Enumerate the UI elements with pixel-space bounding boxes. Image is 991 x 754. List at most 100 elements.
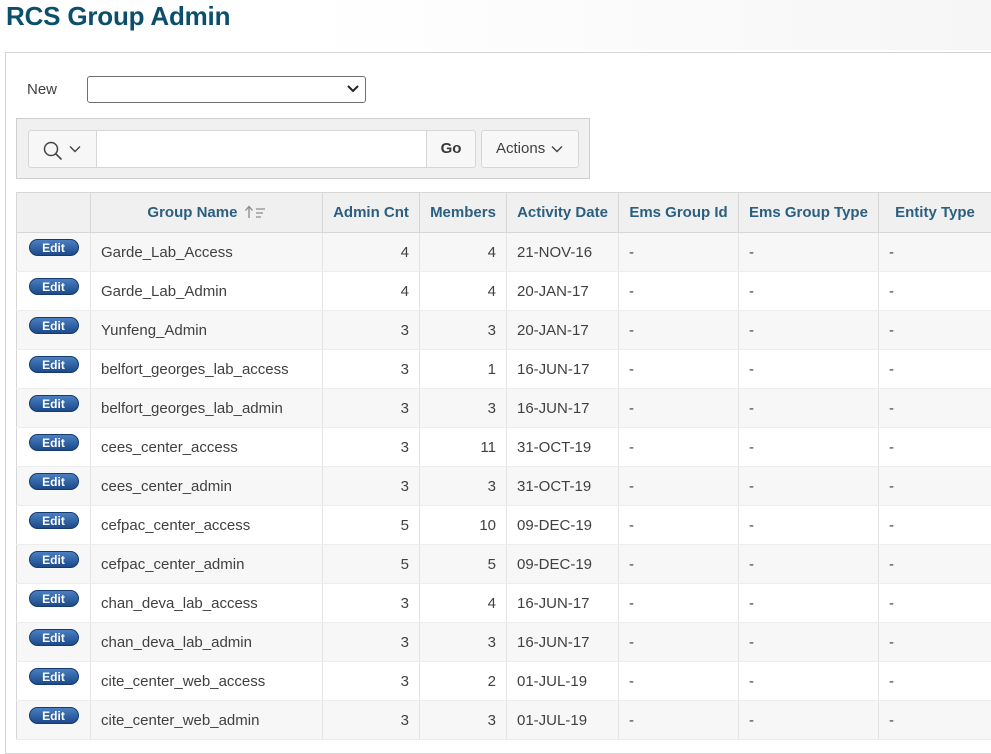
cell-edit: Edit	[17, 467, 91, 506]
cell-ems-group-id: -	[619, 428, 739, 467]
column-header-members[interactable]: Members	[420, 193, 507, 233]
table-row: EditGarde_Lab_Access4421-NOV-16---	[17, 233, 991, 272]
column-header-ems-group-type[interactable]: Ems Group Type	[739, 193, 879, 233]
edit-button[interactable]: Edit	[29, 590, 79, 607]
cell-edit: Edit	[17, 701, 91, 740]
actions-menu-button[interactable]: Actions	[481, 130, 579, 168]
cell-entity-type: -	[879, 389, 991, 428]
cell-admin-cnt: 3	[323, 662, 420, 701]
cell-group-name: chan_deva_lab_admin	[91, 623, 323, 662]
edit-button[interactable]: Edit	[29, 551, 79, 568]
cell-ems-group-id: -	[619, 545, 739, 584]
cell-ems-group-id: -	[619, 467, 739, 506]
cell-group-name: Yunfeng_Admin	[91, 311, 323, 350]
page-title: RCS Group Admin	[6, 1, 230, 32]
cell-ems-group-type: -	[739, 623, 879, 662]
cell-group-name: belfort_georges_lab_access	[91, 350, 323, 389]
cell-group-name: cite_center_web_admin	[91, 701, 323, 740]
search-column-button[interactable]	[28, 130, 97, 168]
column-header-entity-type[interactable]: Entity Type	[879, 193, 991, 233]
cell-admin-cnt: 3	[323, 311, 420, 350]
cell-ems-group-type: -	[739, 545, 879, 584]
cell-edit: Edit	[17, 623, 91, 662]
cell-admin-cnt: 3	[323, 701, 420, 740]
table-row: EditYunfeng_Admin3320-JAN-17---	[17, 311, 991, 350]
new-select[interactable]	[87, 76, 366, 103]
edit-button[interactable]: Edit	[29, 278, 79, 295]
cell-activity-date: 01-JUL-19	[507, 662, 619, 701]
actions-label: Actions	[496, 140, 545, 157]
cell-members: 4	[420, 233, 507, 272]
cell-entity-type: -	[879, 701, 991, 740]
column-header-ems-group-id[interactable]: Ems Group Id	[619, 193, 739, 233]
table-row: Editchan_deva_lab_admin3316-JUN-17---	[17, 623, 991, 662]
edit-button[interactable]: Edit	[29, 629, 79, 646]
cell-edit: Edit	[17, 350, 91, 389]
cell-members: 1	[420, 350, 507, 389]
cell-group-name: belfort_georges_lab_admin	[91, 389, 323, 428]
table-row: Editbelfort_georges_lab_admin3316-JUN-17…	[17, 389, 991, 428]
cell-ems-group-id: -	[619, 389, 739, 428]
cell-edit: Edit	[17, 662, 91, 701]
cell-entity-type: -	[879, 311, 991, 350]
cell-members: 11	[420, 428, 507, 467]
cell-ems-group-type: -	[739, 389, 879, 428]
new-label: New	[27, 81, 57, 98]
cell-admin-cnt: 3	[323, 389, 420, 428]
chevron-down-icon	[347, 84, 359, 94]
cell-members: 10	[420, 506, 507, 545]
cell-edit: Edit	[17, 272, 91, 311]
edit-button[interactable]: Edit	[29, 512, 79, 529]
cell-activity-date: 20-JAN-17	[507, 311, 619, 350]
cell-activity-date: 31-OCT-19	[507, 428, 619, 467]
cell-entity-type: -	[879, 272, 991, 311]
edit-button[interactable]: Edit	[29, 395, 79, 412]
cell-group-name: cees_center_access	[91, 428, 323, 467]
table-row: Editcite_center_web_admin3301-JUL-19---	[17, 701, 991, 740]
go-button[interactable]: Go	[426, 130, 476, 168]
groups-report-table: Group Name Admin Cnt Members Activity Da…	[16, 192, 991, 740]
cell-ems-group-id: -	[619, 233, 739, 272]
cell-admin-cnt: 4	[323, 272, 420, 311]
cell-entity-type: -	[879, 428, 991, 467]
cell-group-name: Garde_Lab_Admin	[91, 272, 323, 311]
cell-activity-date: 31-OCT-19	[507, 467, 619, 506]
cell-activity-date: 16-JUN-17	[507, 623, 619, 662]
cell-admin-cnt: 3	[323, 350, 420, 389]
cell-ems-group-type: -	[739, 467, 879, 506]
cell-entity-type: -	[879, 506, 991, 545]
edit-button[interactable]: Edit	[29, 707, 79, 724]
cell-members: 4	[420, 272, 507, 311]
chevron-down-icon	[69, 145, 81, 153]
cell-ems-group-type: -	[739, 428, 879, 467]
cell-members: 3	[420, 389, 507, 428]
cell-edit: Edit	[17, 389, 91, 428]
edit-button[interactable]: Edit	[29, 434, 79, 451]
column-header-group-name[interactable]: Group Name	[91, 193, 323, 233]
cell-group-name: chan_deva_lab_access	[91, 584, 323, 623]
cell-entity-type: -	[879, 233, 991, 272]
cell-entity-type: -	[879, 350, 991, 389]
table-row: Editcees_center_access31131-OCT-19---	[17, 428, 991, 467]
cell-ems-group-id: -	[619, 311, 739, 350]
cell-ems-group-id: -	[619, 701, 739, 740]
cell-admin-cnt: 3	[323, 467, 420, 506]
edit-button[interactable]: Edit	[29, 473, 79, 490]
cell-members: 3	[420, 467, 507, 506]
edit-button[interactable]: Edit	[29, 668, 79, 685]
column-header-admin-cnt[interactable]: Admin Cnt	[323, 193, 420, 233]
cell-ems-group-type: -	[739, 701, 879, 740]
cell-group-name: cefpac_center_access	[91, 506, 323, 545]
cell-admin-cnt: 3	[323, 428, 420, 467]
edit-button[interactable]: Edit	[29, 239, 79, 256]
table-row: Editcite_center_web_access3201-JUL-19---	[17, 662, 991, 701]
cell-edit: Edit	[17, 311, 91, 350]
cell-ems-group-id: -	[619, 584, 739, 623]
search-input[interactable]	[97, 130, 427, 168]
cell-admin-cnt: 3	[323, 623, 420, 662]
edit-button[interactable]: Edit	[29, 317, 79, 334]
edit-button[interactable]: Edit	[29, 356, 79, 373]
column-header-edit	[17, 193, 91, 233]
cell-activity-date: 16-JUN-17	[507, 350, 619, 389]
column-header-activity-date[interactable]: Activity Date	[507, 193, 619, 233]
